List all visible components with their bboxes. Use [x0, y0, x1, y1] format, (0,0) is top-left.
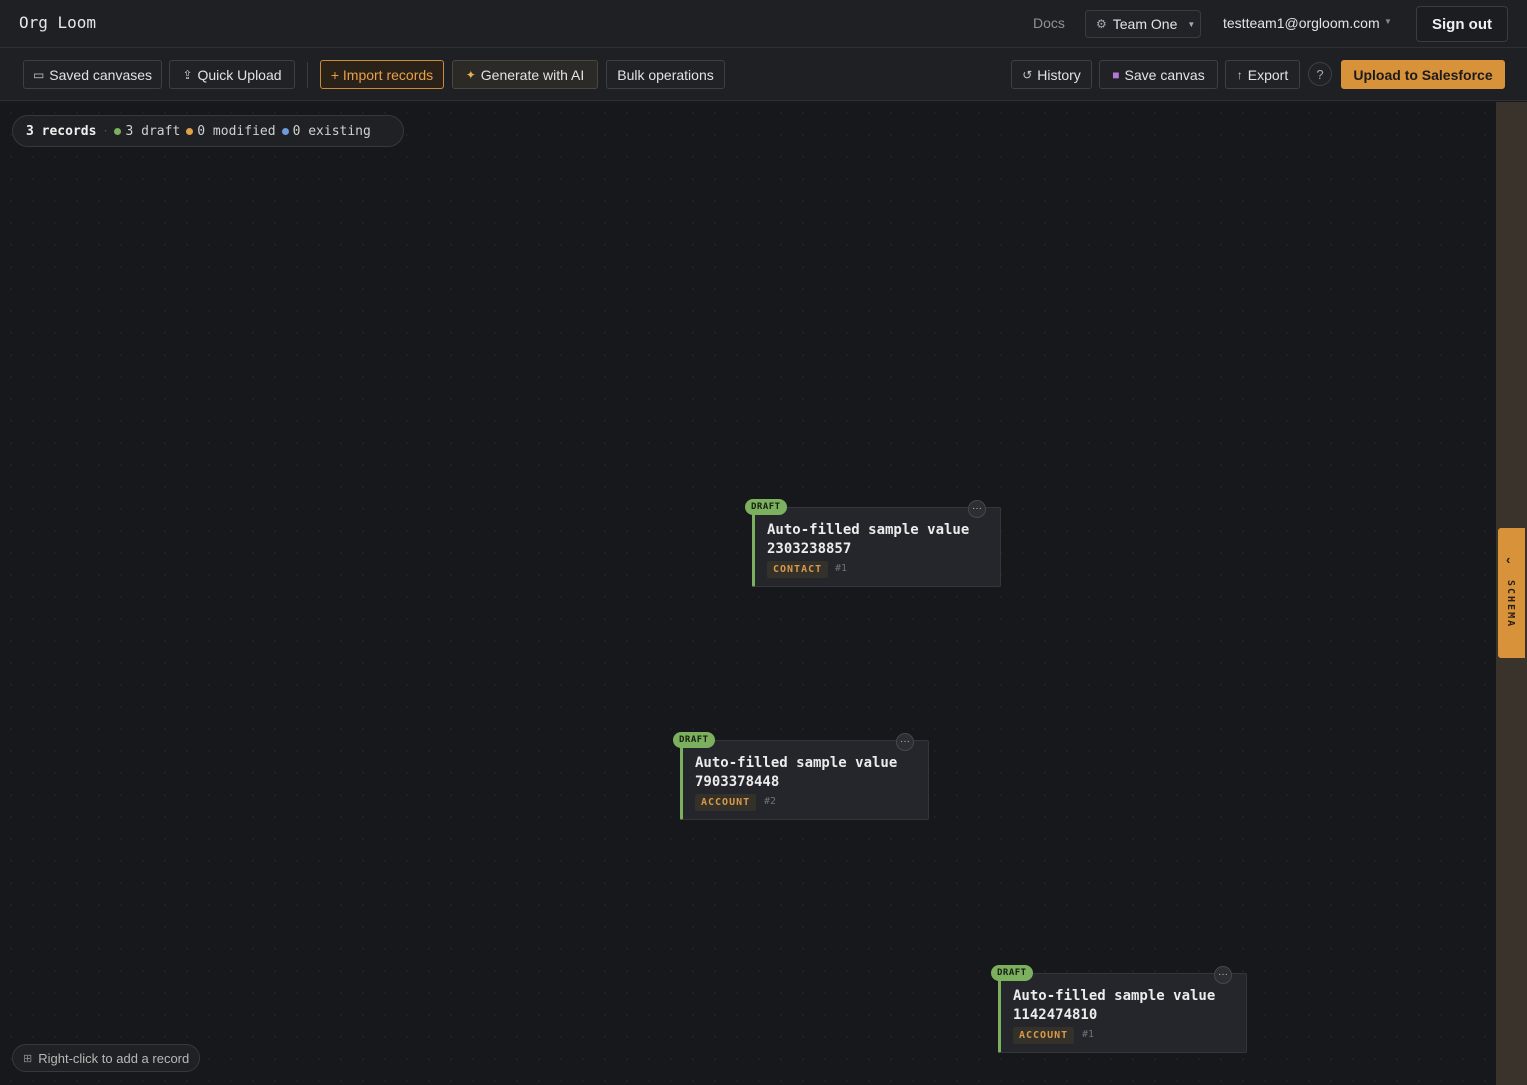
- save-canvas-button[interactable]: ■ Save canvas: [1099, 60, 1218, 89]
- save-canvas-label: Save canvas: [1124, 66, 1205, 83]
- existing-stat: 0 existing: [281, 123, 371, 139]
- modified-stat: 0 modified: [186, 123, 276, 139]
- more-options-icon[interactable]: ···: [896, 733, 914, 751]
- record-type-badge: CONTACT: [767, 561, 829, 578]
- canvas-hint: ⊞ Right-click to add a record: [12, 1044, 201, 1072]
- record-title: Auto-filled sample value 1142474810: [1013, 988, 1216, 1023]
- record-number: #2: [764, 796, 777, 807]
- record-summary: 3 records · 3 draft 0 modified 0 existin…: [12, 115, 404, 147]
- generate-ai-button[interactable]: ✦ Generate with AI: [452, 60, 598, 89]
- chevron-down-icon[interactable]: ▼: [1384, 17, 1392, 26]
- team-name: Team One: [1112, 16, 1178, 32]
- draft-dot-icon: [114, 127, 122, 135]
- separator-dot: ·: [102, 125, 109, 137]
- user-email[interactable]: testteam1@orgloom.com: [1223, 15, 1380, 31]
- record-number: #1: [835, 563, 848, 574]
- saved-canvases-button[interactable]: ▭ Saved canvases: [23, 60, 162, 89]
- record-title: Auto-filled sample value 2303238857: [767, 522, 970, 557]
- draft-badge: DRAFT: [991, 965, 1033, 981]
- record-card[interactable]: DRAFT ··· Auto-filled sample value 79033…: [673, 732, 929, 820]
- record-title: Auto-filled sample value 7903378448: [695, 755, 898, 790]
- history-label: History: [1037, 66, 1081, 83]
- record-card[interactable]: DRAFT ··· Auto-filled sample value 23032…: [745, 499, 1001, 587]
- canvas[interactable]: [0, 102, 1496, 1085]
- bulk-operations-button[interactable]: Bulk operations: [606, 60, 725, 89]
- record-number: #1: [1082, 1029, 1095, 1040]
- history-icon: ↺: [1022, 67, 1033, 82]
- quick-upload-label: Quick Upload: [197, 66, 282, 83]
- modified-count: 0 modified: [197, 123, 276, 139]
- draft-badge: DRAFT: [673, 732, 715, 748]
- more-options-icon[interactable]: ···: [968, 500, 986, 518]
- record-type-badge: ACCOUNT: [1013, 1027, 1075, 1044]
- sparkle-icon: ✦: [465, 67, 476, 82]
- gear-icon: ⚙: [1096, 17, 1107, 31]
- quick-upload-button[interactable]: ⇪ Quick Upload: [169, 60, 295, 89]
- generate-ai-label: Generate with AI: [480, 66, 585, 83]
- draft-badge: DRAFT: [745, 499, 787, 515]
- saved-canvases-label: Saved canvases: [49, 66, 153, 83]
- floppy-icon: ■: [1112, 67, 1120, 82]
- record-type-badge: ACCOUNT: [695, 794, 757, 811]
- existing-dot-icon: [281, 127, 289, 135]
- draft-count: 3 draft: [125, 123, 181, 139]
- docs-link[interactable]: Docs: [1033, 15, 1065, 31]
- draft-stat: 3 draft: [114, 124, 180, 139]
- export-label: Export: [1247, 66, 1289, 83]
- schema-label: SCHEMA: [1505, 580, 1516, 629]
- more-options-icon[interactable]: ···: [1214, 966, 1232, 984]
- import-records-button[interactable]: + Import records: [320, 60, 444, 89]
- existing-count: 0 existing: [292, 123, 371, 139]
- record-card[interactable]: DRAFT ··· Auto-filled sample value 11424…: [991, 965, 1247, 1053]
- app-title[interactable]: Org Loom: [19, 13, 96, 32]
- upload-icon: ⇪: [182, 67, 193, 82]
- help-button[interactable]: ?: [1308, 62, 1332, 86]
- toolbar-divider: [307, 62, 308, 88]
- toolbar: ▭ Saved canvases ⇪ Quick Upload + Import…: [0, 48, 1527, 101]
- upload-salesforce-button[interactable]: Upload to Salesforce: [1341, 60, 1505, 89]
- export-button[interactable]: ↑ Export: [1225, 60, 1300, 89]
- record-count: 3 records: [26, 123, 97, 139]
- sign-out-button[interactable]: Sign out: [1416, 6, 1508, 42]
- chevron-left-icon: ‹: [1506, 552, 1511, 567]
- chevron-down-icon: ▼: [1187, 19, 1196, 29]
- modified-dot-icon: [186, 127, 194, 135]
- grid-icon: ⊞: [23, 1052, 33, 1065]
- history-button[interactable]: ↺ History: [1011, 60, 1092, 89]
- hint-text: Right-click to add a record: [38, 1050, 190, 1066]
- top-header: Org Loom Docs ⚙ Team One ▼ testteam1@org…: [0, 0, 1527, 48]
- schema-panel-toggle[interactable]: ‹ SCHEMA: [1498, 528, 1525, 658]
- folder-icon: ▭: [32, 67, 45, 82]
- team-selector[interactable]: ⚙ Team One ▼: [1085, 10, 1201, 38]
- export-icon: ↑: [1236, 67, 1243, 82]
